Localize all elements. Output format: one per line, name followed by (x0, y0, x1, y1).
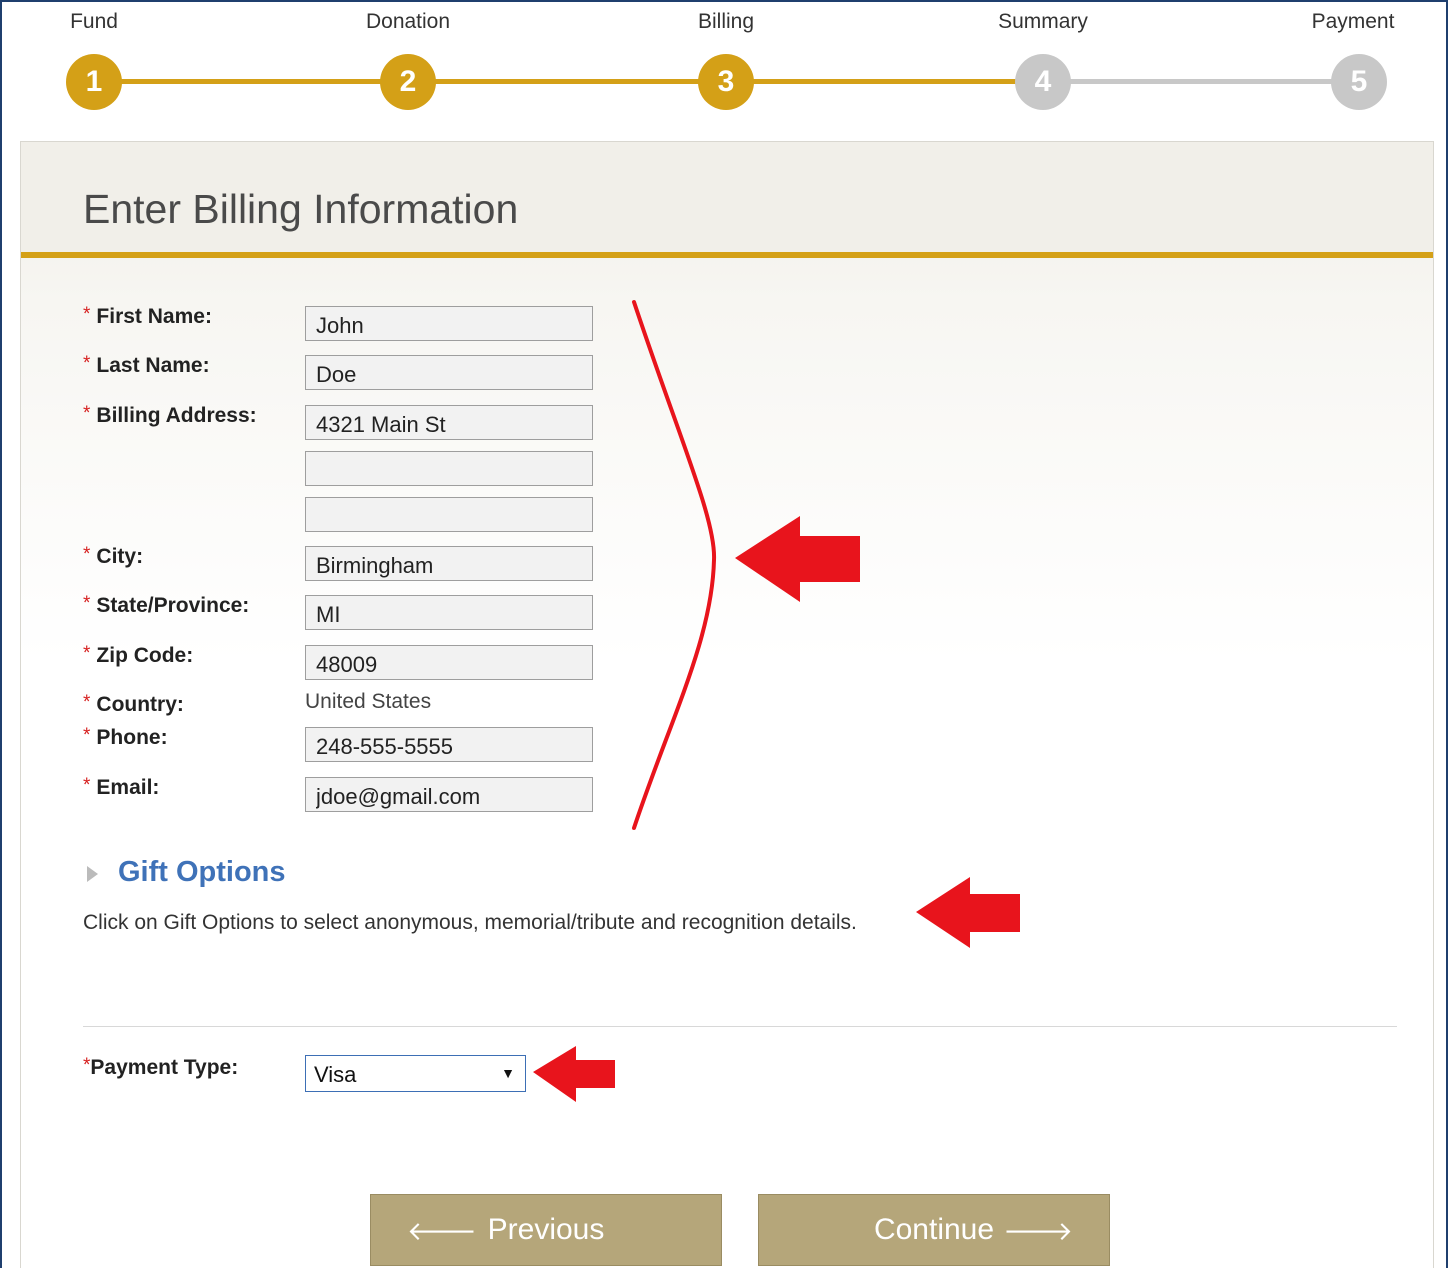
step-circle-4: 4 (1015, 54, 1071, 110)
country-label-text: Country: (96, 693, 184, 716)
city-label-text: City: (96, 545, 144, 568)
continue-button-label: Continue (873, 1213, 995, 1246)
expand-triangle-icon[interactable] (87, 866, 98, 882)
dropdown-arrow-icon: ▼ (501, 1065, 515, 1081)
step-circle-1: 1 (66, 54, 122, 110)
zip-label: * Zip Code: (83, 643, 194, 668)
required-marker: * (83, 403, 91, 424)
required-marker: * (83, 643, 91, 664)
zip-label-text: Zip Code: (96, 644, 194, 667)
zip-field[interactable] (305, 645, 593, 680)
required-marker: * (83, 593, 91, 614)
email-label: * Email: (83, 775, 160, 800)
billing-address-line2-field[interactable] (305, 451, 593, 486)
first-name-label: * First Name: (83, 304, 212, 329)
required-marker: * (83, 544, 91, 565)
city-field[interactable] (305, 546, 593, 581)
payment-type-label-text: Payment Type: (90, 1056, 239, 1079)
required-marker: * (83, 1055, 91, 1076)
billing-panel: Enter Billing Information *First Name: *… (20, 141, 1434, 1268)
section-divider (83, 1026, 1397, 1027)
required-marker: * (83, 692, 91, 713)
phone-label: * Phone: (83, 725, 168, 750)
first-name-field[interactable] (305, 306, 593, 341)
billing-address-line1-field[interactable] (305, 405, 593, 440)
required-marker: * (83, 353, 91, 374)
first-name-label-text: First Name: (96, 305, 212, 328)
email-field[interactable] (305, 777, 593, 812)
continue-button[interactable]: Continue 🡒 (758, 1194, 1110, 1266)
state-label: * State/Province: (83, 593, 250, 618)
state-label-text: State/Province: (96, 594, 250, 617)
last-name-label-text: Last Name: (96, 354, 210, 377)
previous-button-label: Previous (487, 1213, 605, 1246)
step-label-payment: Payment (1311, 10, 1395, 33)
arrow-right-icon: 🡒 (1003, 1216, 1073, 1246)
state-field[interactable] (305, 595, 593, 630)
billing-address-label-text: Billing Address: (96, 404, 257, 427)
step-label-fund: Fund (70, 10, 118, 33)
step-circle-3: 3 (698, 54, 754, 110)
panel-header: Enter Billing Information (21, 142, 1433, 258)
billing-address-label: * Billing Address: (83, 403, 257, 428)
required-marker: * (83, 304, 91, 325)
previous-button[interactable]: 🡐 Previous (370, 1194, 722, 1266)
gift-options-toggle[interactable]: Gift Options (118, 856, 286, 889)
email-label-text: Email: (96, 776, 160, 799)
step-circle-5: 5 (1331, 54, 1387, 110)
page-title: Enter Billing Information (83, 186, 519, 232)
payment-type-label: *Payment Type: (83, 1055, 239, 1080)
required-marker: * (83, 725, 91, 746)
required-marker: * (83, 775, 91, 796)
payment-type-selected: Visa (314, 1062, 357, 1087)
step-label-donation: Donation (365, 10, 451, 33)
arrow-left-icon: 🡐 (407, 1216, 477, 1246)
progress-line-incomplete (1043, 79, 1359, 84)
step-label-billing: Billing (697, 10, 755, 33)
phone-field[interactable] (305, 727, 593, 762)
step-circle-2: 2 (380, 54, 436, 110)
last-name-label: * Last Name: (83, 353, 210, 378)
billing-address-line3-field[interactable] (305, 497, 593, 532)
progress-line-complete (94, 79, 1043, 84)
country-value: United States (305, 690, 432, 713)
country-label: * Country: (83, 692, 184, 717)
gift-options-description: Click on Gift Options to select anonymou… (83, 911, 857, 934)
payment-type-select[interactable]: Visa ▼ (305, 1055, 526, 1092)
phone-label-text: Phone: (96, 726, 168, 749)
city-label: * City: (83, 544, 144, 569)
last-name-field[interactable] (305, 355, 593, 390)
step-label-summary: Summary (998, 10, 1088, 33)
